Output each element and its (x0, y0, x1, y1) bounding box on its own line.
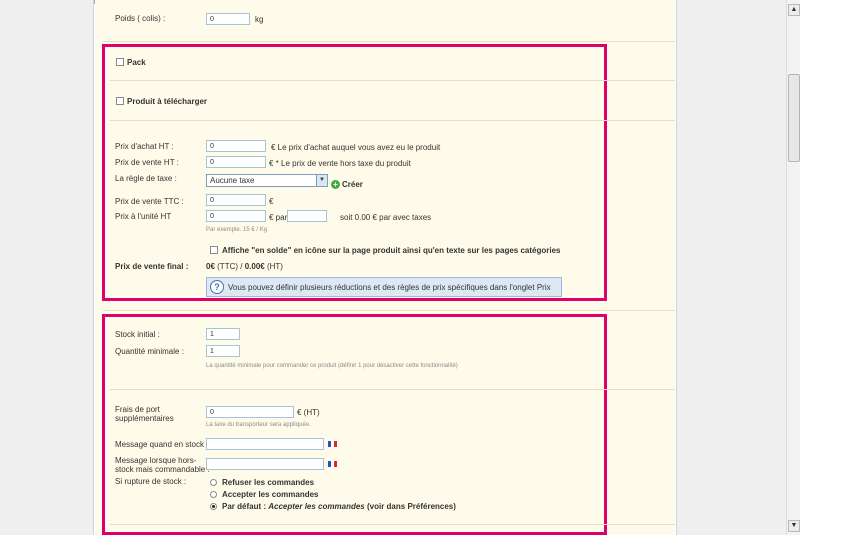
unit-price-note: soit 0.00 € par avec taxes (340, 213, 432, 222)
on-sale-label: Affiche "en solde" en icône sur la page … (222, 246, 561, 255)
tax-rule-selected: Aucune taxe (210, 176, 255, 185)
separator (103, 310, 675, 311)
radio-default-label: Par défaut : Accepter les commandes (voi… (222, 502, 456, 511)
initial-stock-input[interactable] (206, 328, 240, 340)
msg-in-stock-label: Message quand en stock : (115, 440, 209, 449)
unit-price-label: Prix à l'unité HT (115, 212, 172, 221)
scroll-thumb[interactable] (788, 74, 800, 162)
create-tax-link[interactable]: Créer (342, 180, 363, 189)
unit-price-unit-input[interactable] (287, 210, 327, 222)
flag-fr-icon[interactable] (328, 461, 337, 467)
radio-accept-label: Accepter les commandes (222, 490, 319, 499)
radio-default[interactable] (210, 503, 217, 510)
sale-ttc-label: Prix de vente TTC : (115, 197, 184, 206)
weight-unit: kg (255, 15, 264, 24)
help-icon: ? (210, 280, 224, 294)
downloadable-checkbox[interactable] (116, 97, 124, 105)
initial-stock-label: Stock initial : (115, 330, 160, 339)
price-info-box: ? Vous pouvez définir plusieurs réductio… (206, 277, 562, 297)
unit-price-example: Par exemple. 15 € / Kg (206, 227, 268, 233)
min-qty-label: Quantité minimale : (115, 347, 184, 356)
msg-backorder-label-line1: Message lorsque hors- (115, 456, 197, 465)
purchase-price-input[interactable] (206, 140, 266, 152)
separator (110, 80, 675, 81)
msg-backorder-input[interactable] (206, 458, 324, 470)
shipping-unit: € (HT) (297, 408, 320, 417)
radio-accept[interactable] (210, 491, 217, 498)
min-qty-hint: La quantité minimale pour commander ce p… (206, 363, 458, 369)
tax-rule-select[interactable]: Aucune taxe ▼ (206, 174, 328, 187)
separator (110, 524, 675, 525)
unit-price-input[interactable] (206, 210, 266, 222)
final-price-ttc: 0€ (206, 262, 215, 271)
purchase-price-label: Prix d'achat HT : (115, 142, 174, 151)
final-price-ttc-suffix: (TTC) / (217, 262, 243, 271)
min-qty-input[interactable] (206, 345, 240, 357)
tax-rule-label: La règle de taxe : (115, 174, 177, 183)
sale-ht-label: Prix de vente HT : (115, 158, 179, 167)
final-price-ht: 0.00€ (244, 262, 265, 271)
radio-refuse-label: Refuser les commandes (222, 478, 315, 487)
sale-ttc-input[interactable] (206, 194, 266, 206)
out-of-stock-label: Si rupture de stock : (115, 477, 187, 486)
radio-refuse[interactable] (210, 479, 217, 486)
sale-ht-note: € * Le prix de vente hors taxe du produi… (269, 159, 411, 168)
left-panel (0, 0, 94, 535)
pack-label: Pack (127, 58, 146, 67)
chevron-down-icon: ▼ (316, 175, 327, 186)
sale-ht-input[interactable] (206, 156, 266, 168)
scroll-up-icon[interactable]: ▲ (788, 4, 800, 16)
separator (110, 120, 675, 121)
right-panel (676, 0, 786, 535)
sale-ttc-unit: € (269, 197, 274, 206)
flag-fr-icon[interactable] (328, 441, 337, 447)
shipping-input[interactable] (206, 406, 294, 418)
shipping-label-line2: supplémentaires (115, 414, 174, 423)
unit-price-per: € par (269, 213, 288, 222)
msg-backorder-label-line2: stock mais commandable : (115, 465, 210, 474)
vertical-scrollbar[interactable]: ▲ ▼ (786, 0, 800, 535)
shipping-hint: La taxe du transporteur sera appliquée. (206, 422, 311, 428)
separator (110, 389, 675, 390)
separator (103, 41, 675, 42)
purchase-price-note: € Le prix d'achat auquel vous avez eu le… (271, 143, 441, 152)
add-icon[interactable]: + (331, 180, 340, 189)
shipping-label-line1: Frais de port (115, 405, 160, 414)
weight-label: Poids ( colis) : (115, 14, 166, 23)
radio-default-suffix: (voir dans Préférences) (366, 502, 456, 511)
final-price-value: 0€ (TTC) / 0.00€ (HT) (206, 262, 283, 271)
weight-input[interactable] (206, 13, 250, 25)
price-info-text: Vous pouvez définir plusieurs réductions… (228, 283, 551, 292)
on-sale-checkbox[interactable] (210, 246, 218, 254)
final-price-ht-suffix: (HT) (266, 262, 283, 271)
msg-in-stock-input[interactable] (206, 438, 324, 450)
scroll-down-icon[interactable]: ▼ (788, 520, 800, 532)
radio-default-value: Accepter les commandes (268, 502, 365, 511)
radio-default-prefix: Par défaut : (222, 502, 267, 511)
final-price-label: Prix de vente final : (115, 262, 189, 271)
downloadable-label: Produit à télécharger (127, 97, 208, 106)
pack-checkbox[interactable] (116, 58, 124, 66)
